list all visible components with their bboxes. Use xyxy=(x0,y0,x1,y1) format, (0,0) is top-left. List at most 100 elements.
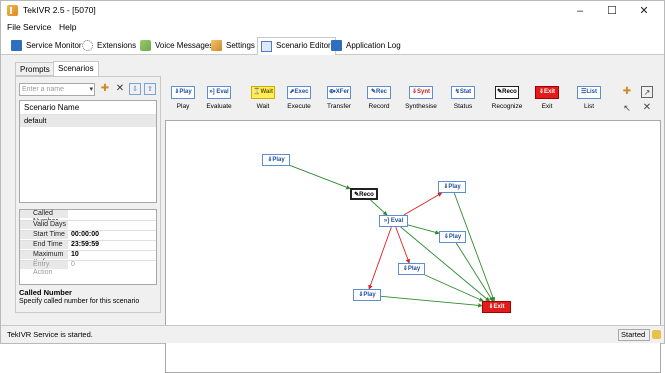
tool-record-button[interactable]: ✎Rec Record xyxy=(361,86,397,110)
list-icon: ☰List xyxy=(577,86,601,99)
tool-label: Exit xyxy=(541,103,553,110)
service-state-icon xyxy=(652,330,661,339)
property-row-end-time[interactable]: End Time 23:59:59 xyxy=(20,240,156,249)
monitor-icon xyxy=(11,40,22,51)
description-title: Called Number xyxy=(19,288,72,297)
synthesise-icon: ⇓Synt xyxy=(409,86,433,99)
tab-extensions[interactable]: Extensions xyxy=(82,38,136,54)
import-icon[interactable]: ⇩ xyxy=(129,83,141,95)
menu-bar: File Service Help xyxy=(1,21,664,35)
service-state-badge: Started xyxy=(618,329,650,341)
transfer-icon: ⟴XFer xyxy=(327,86,351,99)
flow-node-play4[interactable]: ⇓Play xyxy=(398,263,425,275)
tab-label: Extensions xyxy=(97,41,137,50)
property-grid[interactable]: Called Number Valid Days Start Time 00:0… xyxy=(19,209,157,285)
flow-node-exit[interactable]: ⇓Exit xyxy=(482,301,511,313)
tool-label: Wait xyxy=(256,103,270,110)
flow-node-play2[interactable]: ⇓Play xyxy=(439,231,466,243)
tab-service-monitor[interactable]: Service Monitor xyxy=(11,38,82,54)
close-button[interactable]: ✕ xyxy=(630,3,658,19)
tab-settings[interactable]: Settings xyxy=(211,38,255,54)
flow-node-play3[interactable]: ⇓Play xyxy=(438,181,466,193)
scenario-editor-panel: Prompts Scenarios Enter a name ▾ ✚ ✕ ⇩ ⇧… xyxy=(1,55,664,373)
property-row-maximum[interactable]: Maximum # of 10 xyxy=(20,250,156,266)
tool-wait-button[interactable]: ⌛Wait Wait xyxy=(245,86,281,110)
property-value[interactable] xyxy=(69,210,155,218)
chevron-down-icon[interactable]: ▾ xyxy=(89,84,93,95)
property-key: Called Number xyxy=(20,210,68,225)
tab-scenario-editor[interactable]: Scenario Editor xyxy=(257,37,336,56)
flow-node-play1[interactable]: ⇓Play xyxy=(262,154,290,166)
property-row-entry-action[interactable]: Entry Action 0 xyxy=(20,260,156,276)
status-text: TekIVR Service is started. xyxy=(7,330,93,339)
tab-label: Scenario Editor xyxy=(276,41,331,50)
scenario-list-pane: Enter a name ▾ ✚ ✕ ⇩ ⇧ Scenario Name def… xyxy=(15,76,161,313)
tab-application-log[interactable]: Application Log xyxy=(331,38,401,54)
tool-list-button[interactable]: ☰List List xyxy=(571,86,607,110)
tool-play-button[interactable]: ⇓Play Play xyxy=(165,86,201,110)
property-row-called-number[interactable]: Called Number xyxy=(20,210,156,225)
pointer-icon[interactable]: ↖ xyxy=(621,102,633,114)
flow-node-eval[interactable]: »] Eval xyxy=(379,215,408,227)
tool-label: Recognize xyxy=(491,103,523,110)
tab-voice-messages[interactable]: Voice Messages xyxy=(140,38,213,54)
play-icon: ⇓Play xyxy=(171,86,195,99)
add-node-icon[interactable]: ✚ xyxy=(621,86,633,98)
tab-scenarios[interactable]: Scenarios xyxy=(53,61,99,77)
tab-label: Settings xyxy=(226,41,255,50)
tool-label: Record xyxy=(368,103,390,110)
maximize-button[interactable]: ☐ xyxy=(598,3,626,19)
property-key: Entry Action xyxy=(20,261,68,276)
search-placeholder: Enter a name xyxy=(22,86,65,93)
flow-edge-eval-to-play5 xyxy=(368,226,392,290)
property-value[interactable]: 00:00:00 xyxy=(69,231,155,239)
tab-prompts[interactable]: Prompts xyxy=(15,62,55,76)
evaluate-icon: »] Eval xyxy=(207,86,231,99)
tool-exit-button[interactable]: ⇓Exit Exit xyxy=(529,86,565,110)
tool-label: Play xyxy=(176,103,190,110)
tool-label: Status xyxy=(453,103,473,110)
voice-messages-icon xyxy=(140,40,151,51)
menu-file[interactable]: File xyxy=(7,22,21,32)
add-scenario-icon[interactable]: ✚ xyxy=(99,83,111,95)
tekivr-app-icon xyxy=(7,5,18,16)
property-value[interactable] xyxy=(69,221,155,229)
tool-synthesise-button[interactable]: ⇓Synt Synthesise xyxy=(403,86,439,110)
flow-node-play5[interactable]: ⇓Play xyxy=(353,289,381,301)
export-icon[interactable]: ⇧ xyxy=(144,83,156,95)
property-row-valid-days[interactable]: Valid Days xyxy=(20,220,156,229)
flow-edge-play2-to-exit xyxy=(455,242,494,302)
tool-label: Execute xyxy=(287,103,311,110)
property-value[interactable]: 10 xyxy=(69,251,155,259)
tool-status-button[interactable]: ↯Stat Status xyxy=(445,86,481,110)
property-key: Valid Days xyxy=(20,221,68,229)
property-value[interactable]: 23:59:59 xyxy=(69,241,155,249)
edit-icon[interactable]: ↗ xyxy=(641,86,653,98)
column-header-scenario-name[interactable]: Scenario Name xyxy=(20,101,156,115)
minimize-button[interactable]: – xyxy=(566,3,594,19)
tool-evaluate-button[interactable]: »] Eval Evaluate xyxy=(201,86,237,110)
description-text: Specify called number for this scenario xyxy=(19,298,140,305)
table-row[interactable]: default xyxy=(20,115,156,127)
tool-transfer-button[interactable]: ⟴XFer Transfer xyxy=(321,86,357,110)
menu-help[interactable]: Help xyxy=(59,22,76,32)
tool-label: Synthesise xyxy=(405,103,437,110)
scenario-search-combo[interactable]: Enter a name ▾ xyxy=(19,83,95,96)
flow-node-reco[interactable]: ✎Reco xyxy=(350,188,378,200)
extensions-icon xyxy=(82,40,93,51)
menu-service[interactable]: Service xyxy=(23,22,51,32)
title-bar: TekIVR 2.5 - [5070] – ☐ ✕ xyxy=(1,1,664,21)
tool-label: List xyxy=(583,103,595,110)
exit-icon: ⇓Exit xyxy=(535,86,559,99)
scenario-table[interactable]: Scenario Name default xyxy=(19,100,157,203)
tab-label: Application Log xyxy=(346,41,401,50)
delete-icon[interactable]: ✕ xyxy=(114,83,126,95)
settings-icon xyxy=(211,40,222,51)
tab-label: Service Monitor xyxy=(26,41,82,50)
tool-execute-button[interactable]: ⬈Exec Execute xyxy=(281,86,317,110)
flow-edge-eval-to-play2 xyxy=(407,224,440,235)
property-value[interactable]: 0 xyxy=(69,261,155,269)
property-row-start-time[interactable]: Start Time 00:00:00 xyxy=(20,230,156,239)
tool-recognize-button[interactable]: ✎Reco Recognize xyxy=(489,86,525,110)
delete-node-icon[interactable]: ✕ xyxy=(641,102,653,114)
